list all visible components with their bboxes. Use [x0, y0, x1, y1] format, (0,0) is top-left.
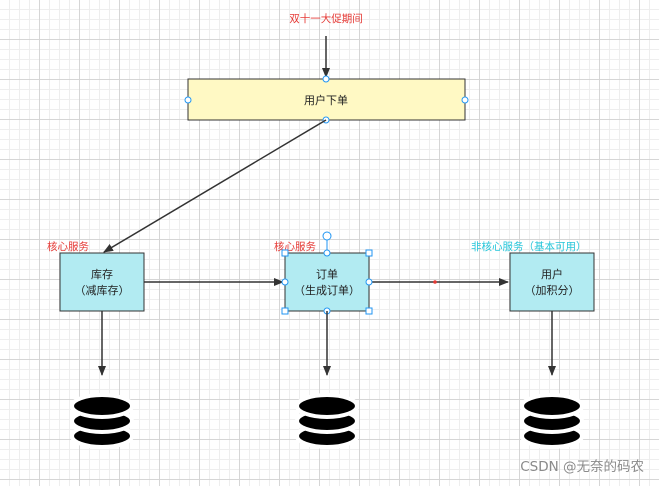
noncore-service-tag-user: 非核心服务（基本可用）: [471, 240, 587, 253]
user-node-subtitle: （加积分）: [525, 284, 580, 297]
database-icon: [520, 393, 584, 449]
order-node-label: 用户下单: [304, 93, 348, 107]
arrow-order-to-inventory: [103, 119, 327, 253]
database-icon: [70, 393, 134, 449]
user-node-title: 用户: [541, 267, 563, 281]
edge-waypoint-marker: [433, 280, 437, 284]
order-node-subtitle: （生成订单）: [294, 283, 360, 297]
database-icon: [295, 393, 359, 449]
rotate-handle-icon: [322, 231, 332, 241]
core-service-tag-order: 核心服务: [274, 240, 316, 253]
inventory-node-subtitle: （减库存）: [75, 283, 130, 297]
order-node-title: 订单: [316, 268, 338, 281]
inventory-node-title: 库存: [91, 267, 113, 281]
watermark: CSDN @无奈的码农: [520, 459, 644, 475]
event-label: 双十一大促期间: [289, 12, 363, 25]
order-node[interactable]: 用户下单: [187, 78, 466, 121]
architecture-diagram: 双十一大促期间 用户下单 核心服务 核心服务 非核心服务（基本可用） 库存 （减…: [47, 12, 644, 475]
inventory-service-node[interactable]: 库存 （减库存）: [59, 252, 145, 312]
order-service-node[interactable]: 订单 （生成订单）: [284, 252, 370, 312]
core-service-tag-inventory: 核心服务: [47, 240, 89, 253]
user-service-node[interactable]: 用户 （加积分）: [509, 252, 595, 312]
